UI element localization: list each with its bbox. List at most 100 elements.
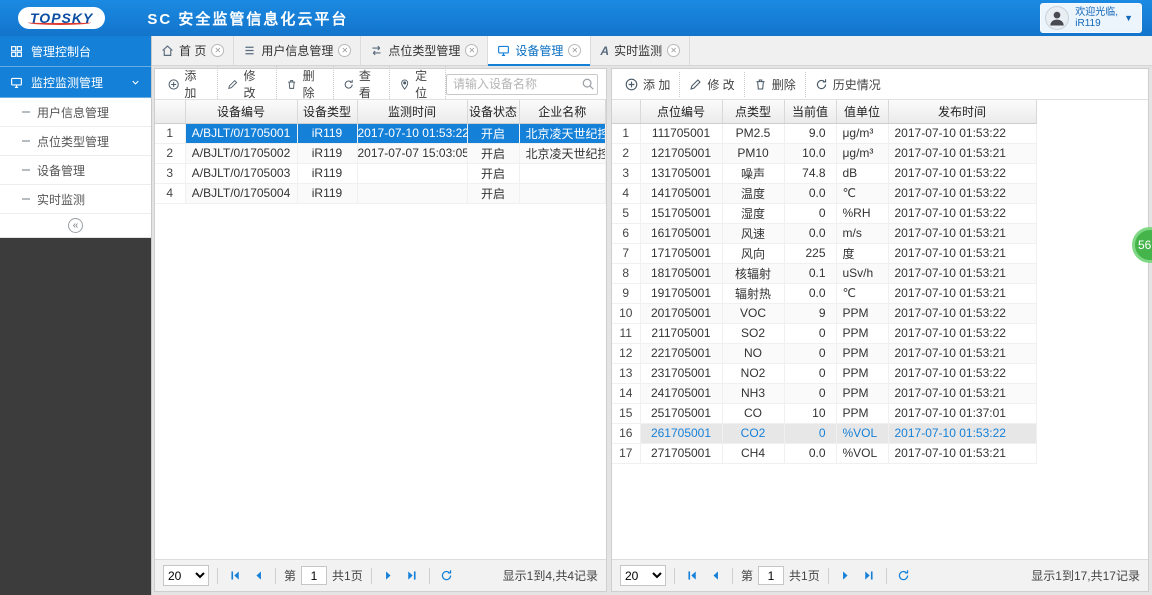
cell: 231705001 <box>640 363 723 384</box>
divider <box>275 567 276 584</box>
table-row[interactable]: 4 A/BJLT/0/1705004 iR119 开启 <box>155 183 606 204</box>
tab-point-type[interactable]: 点位类型管理 ✕ <box>361 36 489 65</box>
table-row[interactable]: 1 A/BJLT/0/1705001 iR119 2017-07-10 01:53:2… <box>155 123 606 144</box>
column-header[interactable]: 设备编号 <box>185 100 298 124</box>
next-page-button[interactable] <box>380 567 398 585</box>
sidebar-item-user-info[interactable]: 用户信息管理 <box>0 98 151 127</box>
column-header[interactable]: 设备类型 <box>297 100 358 124</box>
cell: iR119 <box>297 183 358 204</box>
cell: PPM <box>836 303 889 324</box>
tab-realtime[interactable]: A 实时监测 ✕ <box>591 36 691 65</box>
edit-button[interactable]: 修 改 <box>218 63 278 105</box>
row-number: 4 <box>155 183 186 204</box>
sidebar-item-realtime[interactable]: 实时监测 <box>0 185 151 214</box>
add-button[interactable]: 添 加 <box>159 63 219 105</box>
app-header: TOPSKY SC 安全监管信息化云平台 欢迎光临, iR119 ▼ <box>0 0 1152 36</box>
search-input[interactable] <box>446 73 598 95</box>
table-row[interactable]: 16 261705001 CO2 0 %VOL 2017-07-10 01:53:22 <box>612 423 1037 444</box>
button-label: 删除 <box>302 69 315 100</box>
column-header[interactable]: 点位编号 <box>640 100 723 124</box>
history-button[interactable]: 历史情况 <box>806 72 890 97</box>
column-header[interactable]: 企业名称 <box>519 100 606 124</box>
column-header[interactable]: 点类型 <box>722 100 785 124</box>
close-icon[interactable]: ✕ <box>465 44 479 57</box>
page-size-select[interactable]: 20 <box>620 565 666 586</box>
cell: 2017-07-10 01:53:22 <box>888 183 1037 204</box>
table-row[interactable]: 17 271705001 CH4 0.0 %VOL 2017-07-10 01:53:21 <box>612 443 1037 464</box>
table-row[interactable]: 14 241705001 NH3 0 PPM 2017-07-10 01:53:21 <box>612 383 1037 404</box>
sidebar-item-monitor-mgmt[interactable]: 监控监测管理 <box>0 67 151 98</box>
table-row[interactable]: 8 181705001 核辐射 0.1 uSv/h 2017-07-10 01:53:21 <box>612 263 1037 284</box>
first-page-button[interactable] <box>226 567 244 585</box>
bullet-icon <box>22 169 30 171</box>
table-row[interactable]: 6 161705001 风速 0.0 m/s 2017-07-10 01:53:21 <box>612 223 1037 244</box>
table-row[interactable]: 12 221705001 NO 0 PPM 2017-07-10 01:53:21 <box>612 343 1037 364</box>
column-header[interactable]: 当前值 <box>784 100 837 124</box>
delete-button[interactable]: 删除 <box>277 63 334 105</box>
refresh-icon <box>899 570 909 581</box>
prev-page-button[interactable] <box>706 567 724 585</box>
edit-button[interactable]: 修 改 <box>680 71 745 97</box>
search-icon[interactable] <box>581 77 595 91</box>
row-number: 3 <box>155 163 186 184</box>
next-page-button[interactable] <box>837 567 855 585</box>
close-icon[interactable]: ✕ <box>211 44 225 57</box>
table-row[interactable]: 15 251705001 CO 10 PPM 2017-07-10 01:37:01 <box>612 403 1037 424</box>
first-page-button[interactable] <box>683 567 701 585</box>
table-row[interactable]: 3 A/BJLT/0/1705003 iR119 开启 <box>155 163 606 184</box>
last-page-button[interactable] <box>860 567 878 585</box>
delete-button[interactable]: 删除 <box>745 71 806 97</box>
tab-device-mgmt[interactable]: 设备管理 ✕ <box>488 36 592 66</box>
tab-home[interactable]: 首 页 ✕ <box>152 36 235 65</box>
column-header[interactable]: 发布时间 <box>888 100 1037 124</box>
cell: 271705001 <box>640 443 723 464</box>
cell: 2017-07-10 01:53:21 <box>888 243 1037 264</box>
close-icon[interactable]: ✕ <box>667 44 681 57</box>
column-header[interactable]: 值单位 <box>836 100 889 124</box>
prev-page-icon <box>712 571 718 580</box>
page-size-select[interactable]: 20 <box>163 565 209 586</box>
prev-page-button[interactable] <box>249 567 267 585</box>
table-row[interactable]: 7 171705001 风向 225 度 2017-07-10 01:53:21 <box>612 243 1037 264</box>
close-icon[interactable]: ✕ <box>568 44 582 57</box>
topsky-logo: TOPSKY <box>18 7 106 29</box>
device-table: 设备编号 设备类型 监测时间 设备状态 企业名称 1 A/BJLT/0/17050… <box>155 100 606 559</box>
sidebar-item-device-mgmt[interactable]: 设备管理 <box>0 156 151 185</box>
row-number: 5 <box>612 203 641 224</box>
page-number-input[interactable] <box>301 566 328 585</box>
view-button[interactable]: 查看 <box>334 63 390 105</box>
row-number: 6 <box>612 223 641 244</box>
table-row[interactable]: 1 111705001 PM2.5 9.0 μg/m³ 2017-07-10 01:53:… <box>612 123 1037 144</box>
cell: 9.0 <box>784 123 837 144</box>
refresh-button[interactable] <box>438 567 456 585</box>
table-row[interactable]: 2 121705001 PM10 10.0 μg/m³ 2017-07-10 01:53:… <box>612 143 1037 164</box>
page-number-input[interactable] <box>758 566 785 585</box>
table-row[interactable]: 9 191705001 辐射热 0.0 ℃ 2017-07-10 01:53:21 <box>612 283 1037 304</box>
table-row[interactable]: 13 231705001 NO2 0 PPM 2017-07-10 01:53:22 <box>612 363 1037 384</box>
locate-button[interactable]: 定位 <box>390 63 446 105</box>
column-header[interactable]: 设备状态 <box>467 100 520 124</box>
table-row[interactable]: 10 201705001 VOC 9 PPM 2017-07-10 01:53:22 <box>612 303 1037 324</box>
tab-user-info[interactable]: 用户信息管理 ✕ <box>234 36 362 65</box>
bullet-icon <box>22 198 30 200</box>
sidebar-item-label: 监控监测管理 <box>31 75 104 90</box>
row-number: 16 <box>612 423 641 444</box>
cell: 2017-07-10 01:53:21 <box>888 263 1037 284</box>
refresh-button[interactable] <box>895 567 913 585</box>
user-menu[interactable]: 欢迎光临, iR119 ▼ <box>1040 3 1142 33</box>
table-row[interactable]: 4 141705001 温度 0.0 ℃ 2017-07-10 01:53:22 <box>612 183 1037 204</box>
sidebar-item-point-type[interactable]: 点位类型管理 <box>0 127 151 156</box>
add-button[interactable]: 添 加 <box>616 71 681 97</box>
table-row[interactable]: 3 131705001 噪声 74.8 dB 2017-07-10 01:53:22 <box>612 163 1037 184</box>
sidebar-item-console[interactable]: 管理控制台 <box>0 36 151 67</box>
table-row[interactable]: 2 A/BJLT/0/1705002 iR119 2017-07-07 15:03:0… <box>155 143 606 164</box>
last-page-button[interactable] <box>403 567 421 585</box>
table-row[interactable]: 11 211705001 SO2 0 PPM 2017-07-10 01:53:22 <box>612 323 1037 344</box>
sidebar-collapse-button[interactable]: « <box>0 214 151 238</box>
user-welcome: 欢迎光临, <box>1075 7 1119 18</box>
column-header[interactable]: 监测时间 <box>357 100 468 124</box>
button-label: 修 改 <box>707 77 735 92</box>
cell: 0 <box>784 323 837 344</box>
close-icon[interactable]: ✕ <box>338 44 352 57</box>
table-row[interactable]: 5 151705001 湿度 0 %RH 2017-07-10 01:53:22 <box>612 203 1037 224</box>
